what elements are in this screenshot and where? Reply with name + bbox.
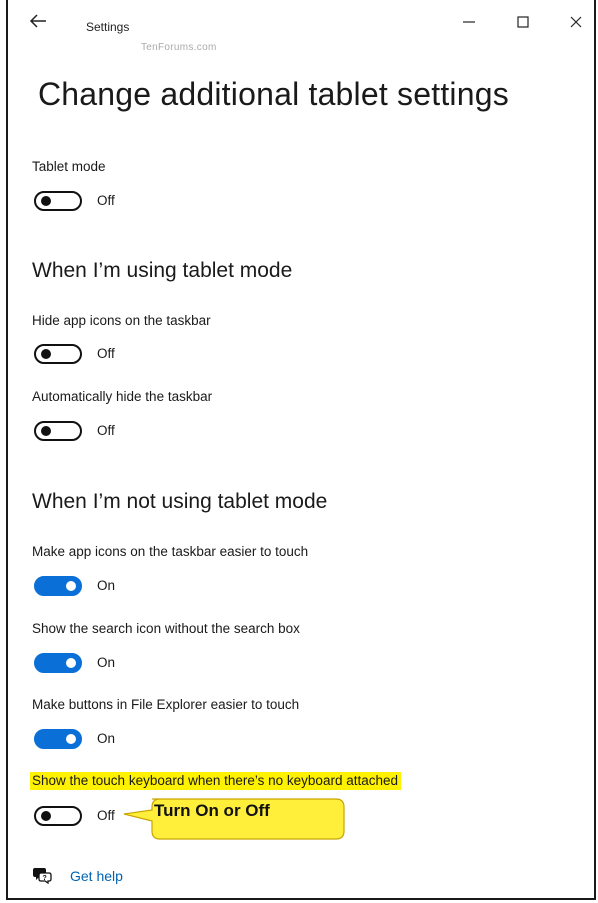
- auto-hide-taskbar-state: Off: [97, 423, 115, 438]
- page-title: Change additional tablet settings: [38, 76, 509, 112]
- settings-window: Settings TenForums.com Change additional…: [6, 0, 596, 900]
- explorer-buttons-toggle[interactable]: [34, 729, 82, 749]
- easier-touch-icons-state: On: [97, 578, 116, 593]
- hide-app-icons-toggle[interactable]: [34, 344, 82, 364]
- toggle-knob: [66, 581, 76, 591]
- auto-hide-taskbar-label: Automatically hide the taskbar: [32, 389, 213, 404]
- svg-text:?: ?: [43, 875, 47, 882]
- touch-keyboard-state: Off: [97, 808, 115, 823]
- section-heading-not-using-tablet-mode: When I’m not using tablet mode: [32, 490, 328, 513]
- tablet-mode-state: Off: [97, 193, 115, 208]
- toggle-knob: [66, 658, 76, 668]
- search-icon-setting-state: On: [97, 655, 116, 670]
- auto-hide-taskbar-toggle[interactable]: [34, 421, 82, 441]
- easier-touch-icons-label: Make app icons on the taskbar easier to …: [32, 544, 309, 559]
- toggle-knob: [66, 734, 76, 744]
- title-bar: Settings TenForums.com: [8, 0, 594, 53]
- callout-annotation: Turn On or Off: [122, 797, 348, 843]
- watermark-text: TenForums.com: [141, 42, 217, 53]
- touch-keyboard-toggle[interactable]: [34, 806, 82, 826]
- tablet-mode-toggle[interactable]: [34, 191, 82, 211]
- explorer-buttons-state: On: [97, 731, 116, 746]
- search-icon-setting-toggle[interactable]: [34, 653, 82, 673]
- window-title: Settings: [86, 20, 130, 34]
- explorer-buttons-label: Make buttons in File Explorer easier to …: [32, 697, 300, 712]
- callout-text: Turn On or Off: [154, 801, 270, 820]
- toggle-knob: [41, 349, 51, 359]
- get-help-link[interactable]: Get help: [70, 868, 123, 884]
- hide-app-icons-state: Off: [97, 346, 115, 361]
- back-arrow-icon[interactable]: [28, 12, 48, 30]
- maximize-icon[interactable]: [508, 10, 538, 34]
- chat-help-icon[interactable]: ?: [32, 866, 52, 885]
- toggle-knob: [41, 196, 51, 206]
- close-icon[interactable]: [561, 10, 591, 34]
- toggle-knob: [41, 426, 51, 436]
- minimize-icon[interactable]: [454, 10, 484, 34]
- hide-app-icons-label: Hide app icons on the taskbar: [32, 313, 211, 328]
- toggle-knob: [41, 811, 51, 821]
- section-heading-using-tablet-mode: When I’m using tablet mode: [32, 259, 293, 282]
- touch-keyboard-label: Show the touch keyboard when there’s no …: [30, 772, 401, 790]
- search-icon-setting-label: Show the search icon without the search …: [32, 621, 300, 636]
- tablet-mode-label: Tablet mode: [32, 159, 106, 174]
- easier-touch-icons-toggle[interactable]: [34, 576, 82, 596]
